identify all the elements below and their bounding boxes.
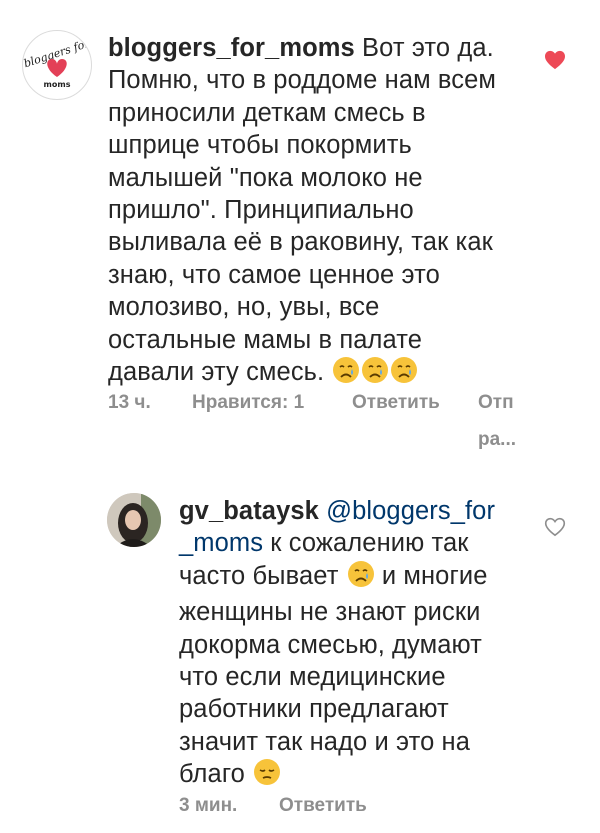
reply-reply-button[interactable]: Ответить (279, 795, 367, 817)
avatar-bloggers-for-moms[interactable]: bloggers for moms (22, 30, 92, 100)
reply-username[interactable]: gv_bataysk (179, 497, 319, 525)
reply-button[interactable]: Ответить (352, 392, 440, 414)
comment-body: Вот это да. Помню, что в роддоме нам все… (108, 34, 497, 387)
reply-meta: 3 мин. Ответить (179, 795, 479, 825)
comment-meta: 13 ч. Нравится: 1 Ответить Отп ра... (108, 392, 528, 462)
more-option-line1[interactable]: Отп (478, 392, 514, 414)
pensive-face-icon (253, 758, 281, 794)
logo-text-bottom: moms (44, 80, 71, 89)
comment-text: bloggers_for_moms Вот это да. Помню, что… (108, 32, 500, 392)
comment-time: 13 ч. (108, 392, 151, 413)
reply-body-part2: и многие женщины не знают риски докорма … (179, 561, 488, 789)
more-option-line2[interactable]: ра... (478, 429, 516, 451)
crying-face-icon (361, 356, 389, 392)
user-photo-icon (107, 493, 161, 547)
brand-logo-icon: bloggers for moms (23, 37, 91, 89)
like-heart-outline-icon[interactable] (544, 517, 566, 537)
reply-text: gv_bataysk @bloggers_for _moms к сожален… (179, 495, 509, 795)
crying-face-icon (332, 356, 360, 392)
avatar-gv-bataysk[interactable] (107, 493, 161, 547)
like-heart-icon[interactable] (544, 50, 566, 70)
crying-face-icon (390, 356, 418, 392)
heart-logo-icon (47, 59, 67, 77)
comment-username[interactable]: bloggers_for_moms (108, 34, 355, 62)
crying-face-icon (347, 560, 375, 596)
likes-count[interactable]: Нравится: 1 (192, 392, 304, 414)
reply-time: 3 мин. (179, 795, 238, 816)
